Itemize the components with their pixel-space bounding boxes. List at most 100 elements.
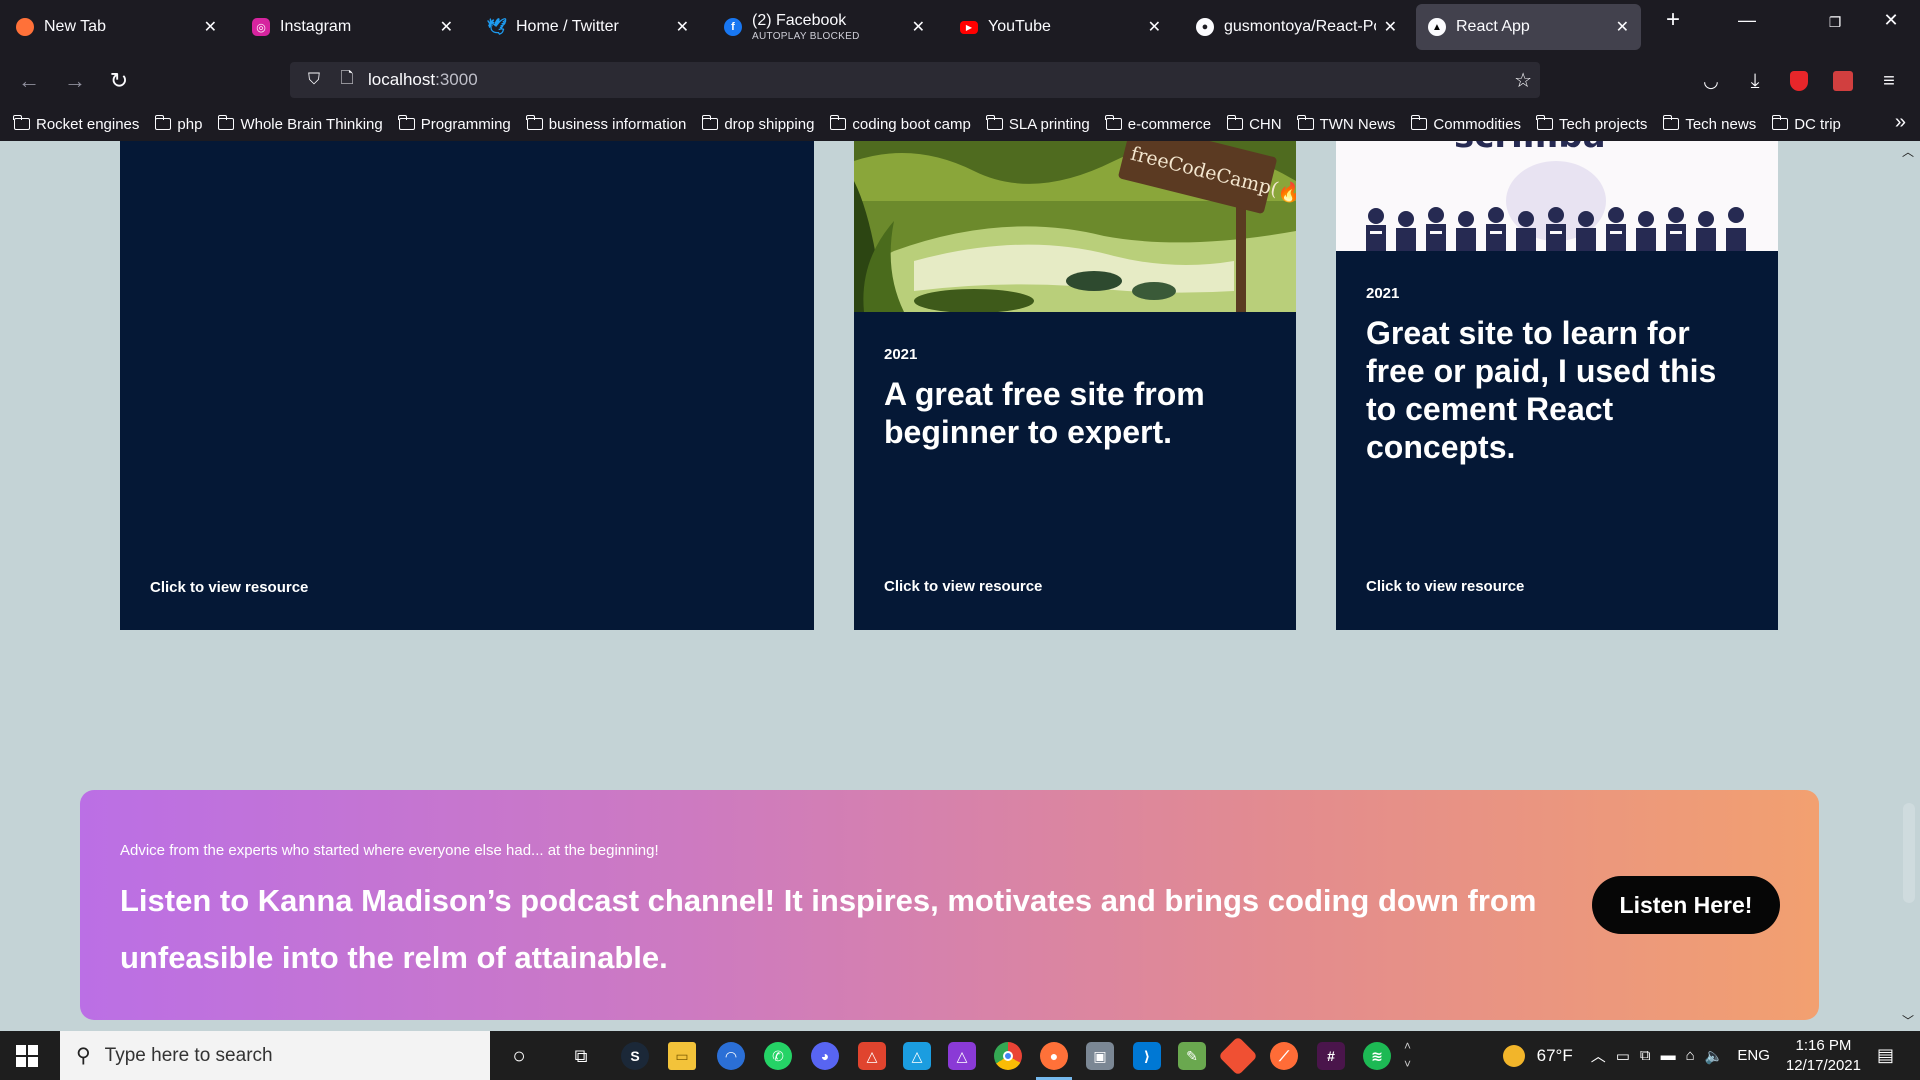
bookmark-folder[interactable]: Rocket engines	[13, 115, 139, 133]
chrome-icon[interactable]	[994, 1042, 1022, 1070]
tab-react-app[interactable]: ▲ React App ✕	[1416, 4, 1641, 50]
bookmark-folder[interactable]: Tech news	[1662, 115, 1756, 133]
bookmark-folder[interactable]: TWN News	[1296, 115, 1395, 133]
bookmark-folder[interactable]: DC trip	[1771, 115, 1841, 133]
address-bar[interactable]: ⛉ 🗋 localhost:3000 ☆	[290, 62, 1540, 98]
bookmark-folder[interactable]: drop shipping	[701, 115, 814, 133]
tracking-protection-icon[interactable]: ⛉	[300, 71, 328, 89]
close-tab-icon[interactable]: ✕	[1616, 17, 1629, 37]
close-tab-icon[interactable]: ✕	[1384, 17, 1397, 37]
screen-capture-icon[interactable]: ⧉	[1640, 1047, 1651, 1064]
volume-icon[interactable]: 🔈	[1705, 1047, 1724, 1065]
vscode-icon[interactable]: ⟩	[1133, 1042, 1161, 1070]
tab-twitter[interactable]: 🕊 Home / Twitter ✕	[476, 4, 701, 50]
weather-sun-icon[interactable]	[1502, 1044, 1525, 1067]
bookmark-folder[interactable]: Commodities	[1410, 115, 1521, 133]
show-hidden-icons-icon[interactable]: ︿	[1591, 1045, 1606, 1066]
close-tab-icon[interactable]: ✕	[204, 17, 217, 37]
view-resource-link[interactable]: Click to view resource	[884, 578, 1042, 595]
podcast-headline: Listen to Kanna Madison’s podcast channe…	[120, 883, 1537, 975]
view-resource-link[interactable]: Click to view resource	[150, 579, 308, 596]
notepad-icon[interactable]: ✎	[1178, 1042, 1206, 1070]
windows-start-icon[interactable]	[16, 1045, 38, 1067]
restore-button[interactable]: ❐	[1812, 14, 1858, 31]
bookmark-star-icon[interactable]: ☆	[1514, 68, 1532, 93]
taskbar-search[interactable]: ⚲ Type here to search	[60, 1031, 490, 1080]
taskbar-scroll-arrows[interactable]: ˄ ˅	[1404, 1037, 1411, 1073]
tab-github[interactable]: ● gusmontoya/React-Portf ✕	[1184, 4, 1409, 50]
new-tab-button[interactable]: +	[1650, 6, 1696, 34]
clock[interactable]: 1:16 PM 12/17/2021	[1786, 1036, 1861, 1076]
whatsapp-icon[interactable]: ✆	[764, 1042, 792, 1070]
pocket-icon[interactable]: ◡	[1696, 66, 1726, 96]
clock-date: 12/17/2021	[1785, 1056, 1861, 1074]
more-bookmarks-icon[interactable]: »	[1895, 111, 1906, 134]
weather-temperature[interactable]: 67°F	[1537, 1046, 1573, 1066]
file-explorer-icon[interactable]: ▭	[668, 1042, 696, 1070]
tab-title-group: (2) Facebook AUTOPLAY BLOCKED	[752, 12, 904, 42]
menu-icon[interactable]: ≡	[1874, 66, 1904, 96]
reload-button[interactable]: ↻	[104, 66, 134, 96]
extension-icon[interactable]	[1828, 66, 1858, 96]
forward-button[interactable]: →	[60, 66, 90, 96]
downloads-icon[interactable]: ⤓	[1740, 66, 1770, 96]
spotify-icon[interactable]: ≋	[1363, 1042, 1391, 1070]
back-button[interactable]: ←	[14, 66, 44, 96]
page-info-icon[interactable]: 🗋	[336, 67, 358, 94]
bookmark-folder[interactable]: coding boot camp	[829, 115, 971, 133]
close-window-button[interactable]: ✕	[1868, 10, 1914, 31]
notifications-icon[interactable]: ▤	[1877, 1045, 1894, 1066]
close-tab-icon[interactable]: ✕	[676, 17, 689, 37]
cortana-icon[interactable]: ○	[505, 1042, 533, 1070]
bookmark-folder[interactable]: php	[154, 115, 202, 133]
facebook-icon: f	[724, 18, 742, 36]
resource-card[interactable]: Click to view resource	[120, 141, 814, 630]
bookmark-folder[interactable]: Programming	[398, 115, 511, 133]
scroll-up-icon[interactable]: ︿	[1902, 143, 1914, 160]
close-tab-icon[interactable]: ✕	[440, 17, 453, 37]
scroll-thumb[interactable]	[1903, 803, 1915, 903]
affinity-designer-icon[interactable]: △	[903, 1042, 931, 1070]
listen-here-button[interactable]: Listen Here!	[1592, 876, 1780, 934]
view-resource-link[interactable]: Click to view resource	[1366, 578, 1524, 595]
app-blue-icon[interactable]: ◠	[717, 1042, 745, 1070]
bookmark-folder[interactable]: Whole Brain Thinking	[217, 115, 383, 133]
affinity-photo-icon[interactable]: △	[948, 1042, 976, 1070]
folder-icon	[829, 115, 847, 130]
input-language[interactable]: ENG	[1737, 1047, 1770, 1064]
close-tab-icon[interactable]: ✕	[912, 17, 925, 37]
bookmark-folder[interactable]: SLA printing	[986, 115, 1090, 133]
bookmark-folder[interactable]: CHN	[1226, 115, 1282, 133]
scroll-down-icon[interactable]: ﹀	[1902, 1012, 1914, 1029]
affinity-publisher-icon[interactable]: △	[858, 1042, 886, 1070]
task-view-icon[interactable]: ⧉	[567, 1042, 595, 1070]
url-host: localhost	[368, 70, 436, 89]
git-icon[interactable]	[1218, 1036, 1258, 1076]
app-grey-icon[interactable]: ▣	[1086, 1042, 1114, 1070]
firefox-icon[interactable]: ●	[1040, 1042, 1068, 1070]
resource-card-freecodecamp[interactable]: freeCodeCamp(🔥) 2021 A great free site f…	[854, 141, 1296, 630]
card-year: 2021	[884, 346, 918, 363]
discord-icon[interactable]: ◕	[811, 1042, 839, 1070]
slack-icon[interactable]: #	[1317, 1042, 1345, 1070]
tab-facebook[interactable]: f (2) Facebook AUTOPLAY BLOCKED ✕	[712, 4, 937, 50]
bookmark-label: business information	[548, 115, 687, 133]
close-tab-icon[interactable]: ✕	[1148, 17, 1161, 37]
bookmark-folder[interactable]: Tech projects	[1536, 115, 1647, 133]
bookmark-folder[interactable]: e-commerce	[1105, 115, 1211, 133]
tab-youtube[interactable]: ▶ YouTube ✕	[948, 4, 1173, 50]
steam-icon[interactable]: S	[621, 1042, 649, 1070]
network-icon[interactable]: ⌂	[1686, 1047, 1695, 1064]
tab-new-tab[interactable]: New Tab ✕	[4, 4, 229, 50]
page-scrollbar[interactable]: ︿ ﹀	[1898, 141, 1920, 1031]
ublock-extension-icon[interactable]	[1784, 66, 1814, 96]
postman-icon[interactable]: ⟋	[1270, 1042, 1298, 1070]
minimize-button[interactable]: —	[1724, 10, 1770, 31]
battery-icon[interactable]: ▬	[1661, 1047, 1676, 1064]
meet-now-icon[interactable]: ▭	[1616, 1047, 1630, 1065]
bookmark-folder[interactable]: business information	[526, 115, 687, 133]
tab-instagram[interactable]: ◎ Instagram ✕	[240, 4, 465, 50]
resource-card-scrimba[interactable]: scrimba	[1336, 141, 1778, 630]
url-port: :3000	[435, 70, 478, 89]
folder-icon	[1536, 115, 1553, 130]
